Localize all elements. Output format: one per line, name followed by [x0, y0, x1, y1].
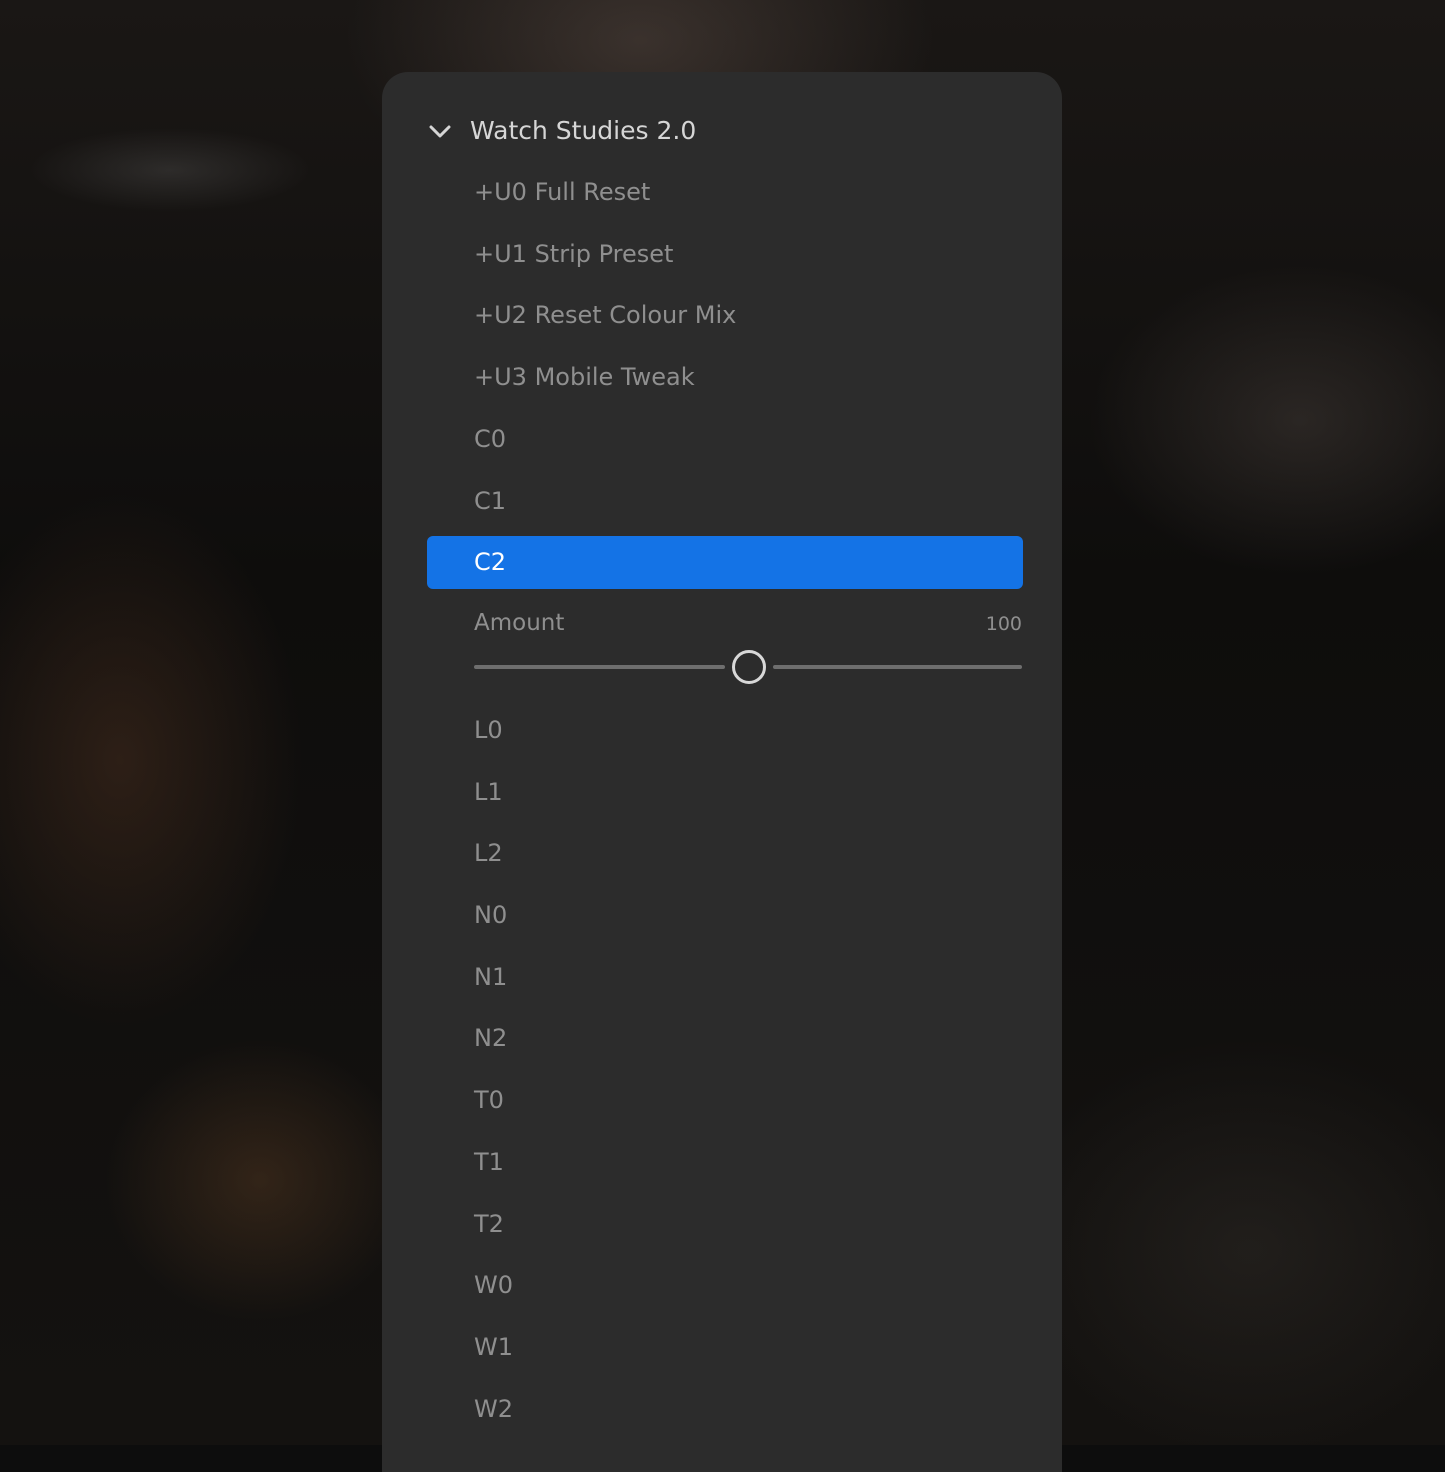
- preset-item[interactable]: L2: [427, 827, 1023, 880]
- preset-item-label: +U2 Reset Colour Mix: [474, 301, 737, 329]
- preset-item[interactable]: +U3 Mobile Tweak: [427, 351, 1023, 404]
- preset-group-header[interactable]: Watch Studies 2.0: [382, 102, 1062, 162]
- slider-thumb[interactable]: [732, 650, 766, 684]
- amount-value[interactable]: 100: [986, 613, 1022, 635]
- preset-item-label: T2: [474, 1210, 504, 1238]
- preset-item-label: C1: [474, 487, 507, 515]
- amount-slider[interactable]: [474, 647, 1022, 687]
- preset-item-label: +U1 Strip Preset: [474, 240, 674, 268]
- preset-item-label: +U0 Full Reset: [474, 178, 651, 206]
- preset-item[interactable]: C2: [427, 536, 1023, 589]
- preset-item-label: W0: [474, 1271, 513, 1299]
- preset-item-label: W1: [474, 1333, 513, 1361]
- preset-item[interactable]: +U1 Strip Preset: [427, 228, 1023, 281]
- preset-item-label: C2: [474, 548, 507, 576]
- preset-group-title: Watch Studies 2.0: [470, 116, 697, 145]
- preset-item[interactable]: T1: [427, 1136, 1023, 1189]
- preset-item-label: +U3 Mobile Tweak: [474, 363, 695, 391]
- preset-item[interactable]: N2: [427, 1012, 1023, 1065]
- preset-item[interactable]: +U0 Full Reset: [427, 166, 1023, 219]
- slider-track-left[interactable]: [474, 665, 725, 669]
- preset-item-label: W2: [474, 1395, 513, 1423]
- preset-item-label: N1: [474, 963, 508, 991]
- preset-item-label: T0: [474, 1086, 504, 1114]
- preset-item-label: L1: [474, 778, 503, 806]
- preset-item-label: N0: [474, 901, 508, 929]
- preset-item[interactable]: T0: [427, 1074, 1023, 1127]
- presets-panel: Watch Studies 2.0 +U0 Full Reset +U1 Stri…: [382, 72, 1062, 1472]
- preset-item[interactable]: W0: [427, 1259, 1023, 1312]
- preset-item[interactable]: W1: [427, 1321, 1023, 1374]
- preset-item-label: L0: [474, 716, 503, 744]
- preset-item[interactable]: C1: [427, 475, 1023, 528]
- preset-item-label: N2: [474, 1024, 508, 1052]
- amount-label: Amount: [474, 610, 565, 636]
- preset-item-label: T1: [474, 1148, 504, 1176]
- preset-item[interactable]: L0: [427, 704, 1023, 757]
- slider-track-right[interactable]: [773, 665, 1022, 669]
- preset-item-label: C0: [474, 425, 507, 453]
- preset-item[interactable]: T2: [427, 1198, 1023, 1251]
- preset-item[interactable]: C0: [427, 413, 1023, 466]
- preset-item[interactable]: N0: [427, 889, 1023, 942]
- chevron-down-icon[interactable]: [428, 122, 452, 142]
- preset-item[interactable]: N1: [427, 951, 1023, 1004]
- preset-item[interactable]: W2: [427, 1383, 1023, 1436]
- preset-item[interactable]: L1: [427, 766, 1023, 819]
- preset-item-label: L2: [474, 839, 503, 867]
- preset-item[interactable]: +U2 Reset Colour Mix: [427, 289, 1023, 342]
